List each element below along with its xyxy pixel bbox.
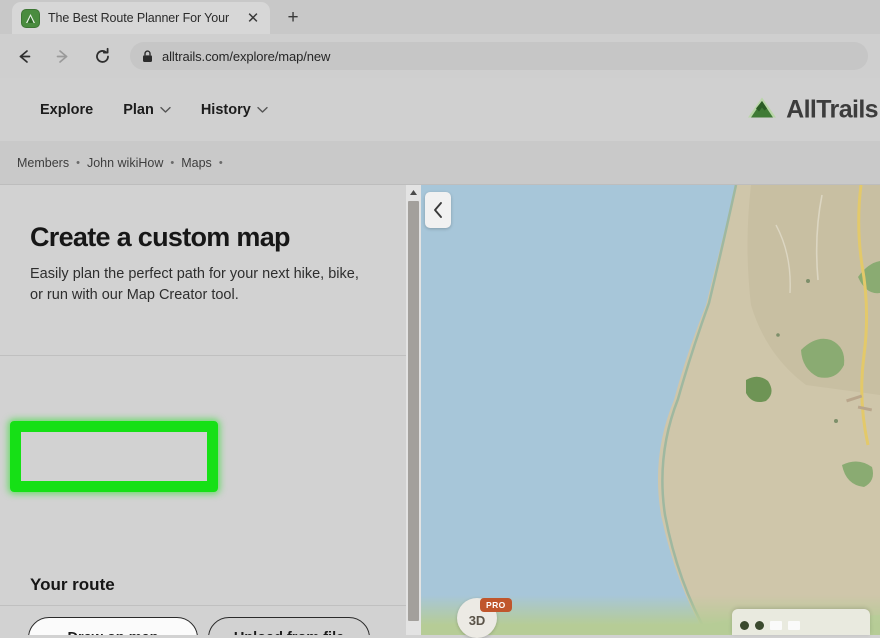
breadcrumb-separator: • xyxy=(76,157,80,169)
chevron-left-icon xyxy=(432,201,444,219)
forward-icon xyxy=(48,42,76,70)
brand-logo[interactable]: AllTrails xyxy=(745,94,878,125)
breadcrumb-separator: • xyxy=(219,157,223,169)
back-icon[interactable] xyxy=(10,42,38,70)
url-text: alltrails.com/explore/map/new xyxy=(162,49,330,64)
alltrails-favicon-icon xyxy=(22,10,39,27)
draw-on-map-button[interactable]: Draw on map xyxy=(28,617,198,635)
browser-tab[interactable]: The Best Route Planner For Your ✕ xyxy=(12,2,270,34)
browser-chrome: The Best Route Planner For Your ✕ + xyxy=(0,0,880,78)
page-subtitle: Easily plan the perfect path for your ne… xyxy=(30,264,375,306)
lock-icon xyxy=(142,50,153,63)
collapse-sidebar-button[interactable] xyxy=(425,192,451,228)
site-header: Explore Plan History AllTrails xyxy=(0,78,880,141)
close-icon[interactable]: ✕ xyxy=(244,9,262,27)
map-creator-sidebar: Create a custom map Easily plan the perf… xyxy=(0,185,406,635)
breadcrumb-item-user[interactable]: John wikiHow xyxy=(87,156,163,170)
alltrails-mountain-icon xyxy=(745,94,779,125)
route-source-buttons: Draw on map Upload from file xyxy=(28,617,370,635)
upload-from-file-button[interactable]: Upload from file xyxy=(208,617,370,635)
nav-label-plan: Plan xyxy=(123,102,154,118)
new-tab-button[interactable]: + xyxy=(281,6,305,30)
breadcrumb: Members • John wikiHow • Maps • xyxy=(17,156,223,170)
divider xyxy=(0,605,406,606)
map-3d-label: 3D xyxy=(469,613,486,628)
tab-title: The Best Route Planner For Your xyxy=(48,11,244,25)
scroll-up-arrow-icon[interactable] xyxy=(406,185,421,200)
browser-tabstrip: The Best Route Planner For Your ✕ + xyxy=(0,0,880,34)
map-land-layer xyxy=(406,185,880,635)
address-bar[interactable]: alltrails.com/explore/map/new xyxy=(130,42,868,70)
nav-label-history: History xyxy=(201,102,251,118)
your-route-label: Your route xyxy=(30,575,115,595)
scrollbar-thumb[interactable] xyxy=(408,201,419,621)
chevron-down-icon xyxy=(160,102,171,118)
nav-item-explore[interactable]: Explore xyxy=(40,102,93,118)
map-tile-icon xyxy=(770,621,782,630)
sidebar-content: Create a custom map Easily plan the perf… xyxy=(0,222,406,306)
map-marker-icon xyxy=(740,621,749,630)
page-title: Create a custom map xyxy=(30,222,376,253)
sidebar-scrollbar[interactable] xyxy=(406,185,421,635)
breadcrumb-separator: • xyxy=(170,157,174,169)
map-canvas[interactable] xyxy=(406,185,880,635)
primary-nav: Explore Plan History xyxy=(40,102,268,118)
chevron-down-icon xyxy=(257,102,268,118)
map-marker-icon xyxy=(755,621,764,630)
nav-item-plan[interactable]: Plan xyxy=(123,102,171,118)
breadcrumb-item-maps[interactable]: Maps xyxy=(181,156,212,170)
map-tile-icon xyxy=(788,621,800,630)
breadcrumb-bar: Members • John wikiHow • Maps • xyxy=(0,141,880,185)
pro-badge: PRO xyxy=(480,598,512,612)
map-basemap-card[interactable] xyxy=(732,609,870,635)
divider xyxy=(0,355,406,356)
breadcrumb-item-members[interactable]: Members xyxy=(17,156,69,170)
nav-item-history[interactable]: History xyxy=(201,102,268,118)
brand-name: AllTrails xyxy=(786,95,878,124)
reload-icon[interactable] xyxy=(88,42,116,70)
browser-toolbar: alltrails.com/explore/map/new xyxy=(0,34,880,78)
map-basemap-icons xyxy=(732,609,870,630)
nav-label-explore: Explore xyxy=(40,102,93,118)
